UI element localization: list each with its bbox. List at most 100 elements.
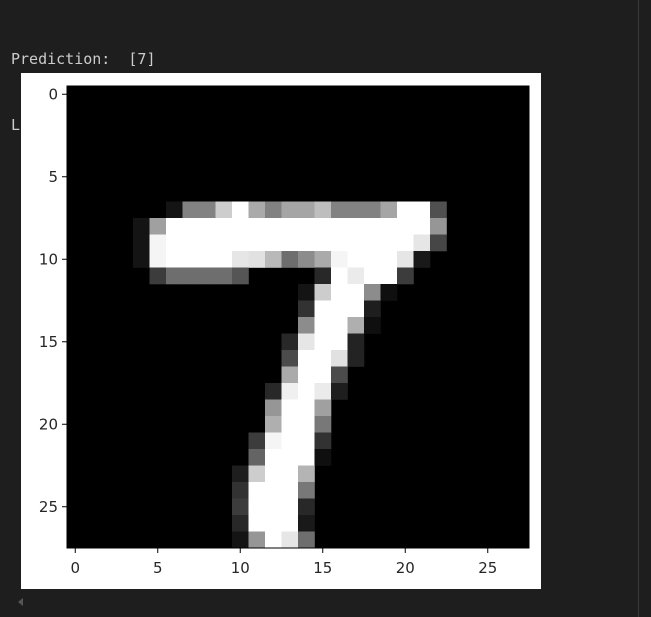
heatmap-cell (413, 201, 431, 219)
heatmap-cell (281, 333, 299, 351)
heatmap-cell (430, 218, 447, 235)
heatmap-cell (331, 383, 348, 400)
heatmap-cell (298, 284, 315, 301)
heatmap-cell (199, 234, 216, 252)
heatmap-cell (298, 383, 315, 400)
heatmap-cell (215, 267, 233, 285)
heatmap-cell (265, 432, 282, 450)
heatmap-cell (314, 366, 332, 384)
heatmap-cell (331, 300, 348, 318)
y-tick-label: 5 (48, 168, 58, 186)
heatmap-cell (364, 267, 381, 285)
heatmap-cell (133, 218, 150, 235)
heatmap-cell (298, 482, 315, 499)
heatmap-cell (265, 234, 282, 252)
heatmap-cell (281, 449, 299, 466)
heatmap-cell (314, 383, 332, 400)
heatmap-cell (281, 201, 299, 219)
heatmap-cell (199, 201, 216, 219)
heatmap-cell (248, 531, 266, 549)
heatmap-cell (380, 251, 398, 268)
heatmap-cell (298, 218, 315, 235)
x-tick-label: 10 (231, 559, 250, 577)
heatmap-cell (248, 234, 266, 252)
heatmap-cell (364, 317, 381, 334)
heatmap-cell (149, 218, 167, 235)
heatmap-cell (265, 531, 282, 549)
heatmap-cell (215, 218, 233, 235)
prediction-line: Prediction: [7] (11, 48, 156, 70)
heatmap-cell (364, 251, 381, 268)
y-tick-label: 10 (39, 250, 58, 268)
heatmap-cell (347, 251, 365, 268)
heatmap-cell (347, 284, 365, 301)
heatmap-cell (265, 201, 282, 219)
heatmap-cell (380, 284, 398, 301)
heatmap-cell (232, 498, 249, 516)
heatmap-cell (166, 234, 183, 252)
heatmap-cell (281, 465, 299, 483)
heatmap-cell (331, 201, 348, 219)
heatmap-cell (265, 465, 282, 483)
heatmap-cell (380, 234, 398, 252)
heatmap-cell (314, 350, 332, 367)
heatmap-cell (232, 267, 249, 285)
heatmap-cell (298, 317, 315, 334)
x-tick-label: 20 (396, 559, 415, 577)
scroll-left-arrow-icon[interactable] (18, 598, 23, 606)
y-tick-label: 25 (39, 498, 58, 516)
heatmap-cell (166, 251, 183, 268)
heatmap-cell (397, 234, 414, 252)
heatmap-cell (232, 201, 249, 219)
heatmap-cell (347, 201, 365, 219)
heatmap-cell (380, 218, 398, 235)
heatmap-cell (314, 416, 332, 433)
panel-divider (638, 0, 639, 617)
heatmap-cell (281, 416, 299, 433)
heatmap-cell (397, 201, 414, 219)
heatmap-cell (413, 251, 431, 268)
heatmap-cell (248, 449, 266, 466)
heatmap-cell (248, 482, 266, 499)
heatmap-cell (248, 201, 266, 219)
heatmap-cell (166, 218, 183, 235)
heatmap-cell (182, 218, 200, 235)
heatmap-cell (314, 317, 332, 334)
heatmap-cell (298, 449, 315, 466)
heatmap-cell (298, 201, 315, 219)
heatmap-cell (380, 267, 398, 285)
heatmap-cell (232, 218, 249, 235)
heatmap-cell (347, 267, 365, 285)
heatmap-cell (347, 333, 365, 351)
heatmap-cell (248, 432, 266, 450)
heatmap-cell (265, 383, 282, 400)
heatmap-cell (298, 234, 315, 252)
heatmap-cell (314, 234, 332, 252)
heatmap-cell (281, 366, 299, 384)
heatmap-cell (281, 399, 299, 417)
heatmap-cell (314, 267, 332, 285)
heatmap-cell (199, 251, 216, 268)
heatmap-cell (248, 218, 266, 235)
heatmap-cell (215, 234, 233, 252)
heatmap-cell (281, 234, 299, 252)
heatmap-cell (166, 267, 183, 285)
heatmap-cell (265, 515, 282, 532)
heatmap-cell (248, 515, 266, 532)
heatmap-cell (232, 465, 249, 483)
heatmap-cell (314, 300, 332, 318)
heatmap-cell (298, 515, 315, 532)
heatmap-cell (265, 449, 282, 466)
heatmap-cell (397, 251, 414, 268)
heatmap-cell (281, 251, 299, 268)
heatmap-cell (265, 498, 282, 516)
heatmap-cell (182, 234, 200, 252)
heatmap-cell (314, 399, 332, 417)
heatmap-cell (314, 284, 332, 301)
heatmap-cell (364, 234, 381, 252)
heatmap-cell (347, 317, 365, 334)
heatmap-cell (298, 432, 315, 450)
heatmap-cell (314, 201, 332, 219)
heatmap-cell (199, 218, 216, 235)
heatmap-cell (413, 218, 431, 235)
